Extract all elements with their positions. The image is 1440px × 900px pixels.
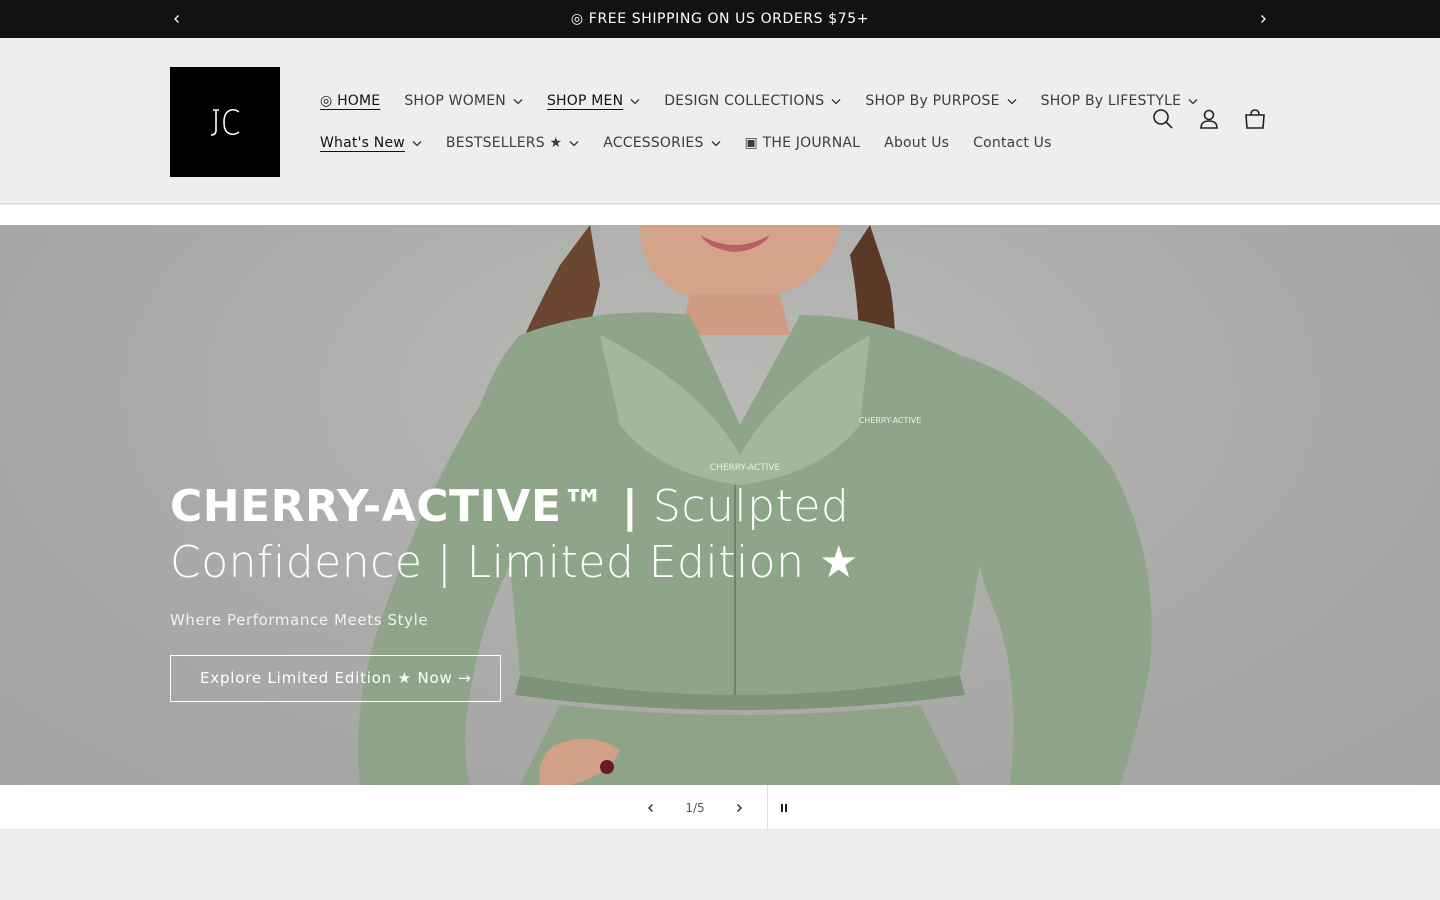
announcement-text: ◎ FREE SHIPPING ON US ORDERS $75+ [570, 11, 870, 27]
header-icons [1150, 106, 1268, 132]
chevron-down-icon [1007, 98, 1017, 105]
announcement-bar: ◎ FREE SHIPPING ON US ORDERS $75+ [0, 0, 1440, 38]
announcement-next-button[interactable] [1253, 9, 1273, 29]
pause-icon [781, 803, 787, 812]
account-icon [1200, 109, 1218, 129]
nav-item-shop-by-purpose[interactable]: SHOP By PURPOSE [853, 83, 1028, 119]
slideshow-controls: 1/5 [0, 785, 1440, 830]
main-nav-row-2: What's New BESTSELLERS ★ ACCESSORIES ▣ THE … [308, 125, 1064, 161]
cart-icon [1245, 109, 1265, 129]
chevron-right-icon [1261, 15, 1266, 23]
hero-subtitle: Where Performance Meets Style [170, 611, 429, 629]
nav-item-contact-us[interactable]: Contact Us [961, 125, 1063, 161]
nav-item-label: ACCESSORIES [603, 135, 704, 151]
brand-logo[interactable] [170, 67, 280, 177]
chevron-down-icon [831, 98, 841, 105]
svg-text:CHERRY-ACTIVE: CHERRY-ACTIVE [859, 416, 922, 425]
hero-content: CHERRY-ACTIVE™ | Sculpted Confidence | L… [170, 479, 1070, 702]
account-button[interactable] [1196, 106, 1222, 132]
svg-text:CHERRY-ACTIVE: CHERRY-ACTIVE [710, 463, 781, 473]
hero-title-strong: CHERRY-ACTIVE™ | [170, 481, 639, 532]
header-spacer [0, 205, 1440, 225]
search-button[interactable] [1150, 106, 1176, 132]
main-nav-row-1: ◎ HOME SHOP WOMEN SHOP MEN DESIGN COLLECTIO… [308, 83, 1210, 119]
brand-logo-icon [210, 108, 240, 136]
nav-item-shop-men[interactable]: SHOP MEN [535, 83, 652, 119]
nav-item-about-us[interactable]: About Us [872, 125, 961, 161]
slide-next-button[interactable] [726, 785, 752, 830]
chevron-down-icon [711, 140, 721, 147]
chevron-down-icon [412, 140, 422, 147]
nav-item-label: BESTSELLERS ★ [445, 135, 563, 151]
hero-title: CHERRY-ACTIVE™ | Sculpted Confidence | L… [170, 479, 1070, 591]
nav-item-design-collections[interactable]: DESIGN COLLECTIONS [652, 83, 853, 119]
nav-item-label: SHOP WOMEN [404, 93, 506, 109]
explore-limited-edition-button[interactable]: Explore Limited Edition ★ Now → [170, 655, 502, 702]
slide-prev-button[interactable] [638, 785, 664, 830]
nav-item-bestsellers[interactable]: BESTSELLERS ★ [434, 125, 591, 161]
nav-item-label: ▣ THE JOURNAL [744, 135, 861, 151]
chevron-right-icon [737, 803, 742, 812]
slide-counter: 1/5 [685, 800, 705, 815]
site-header: ◎ HOME SHOP WOMEN SHOP MEN DESIGN COLLECTIO… [0, 38, 1440, 204]
nav-item-label: Contact Us [973, 135, 1052, 151]
nav-item-label: ◎ HOME [320, 93, 381, 109]
nav-item-accessories[interactable]: ACCESSORIES [591, 125, 732, 161]
controls-divider [767, 785, 768, 830]
slide-pause-button[interactable] [773, 785, 795, 830]
page-below-fold [0, 830, 1440, 900]
nav-item-label: About Us [884, 135, 950, 151]
chevron-down-icon [630, 98, 640, 105]
nav-item-shop-women[interactable]: SHOP WOMEN [392, 83, 535, 119]
nav-item-the-journal[interactable]: ▣ THE JOURNAL [733, 125, 873, 161]
search-icon [1153, 109, 1173, 129]
cart-button[interactable] [1242, 106, 1268, 132]
nav-item-home[interactable]: ◎ HOME [308, 83, 392, 119]
chevron-left-icon [648, 803, 653, 812]
nav-item-label: DESIGN COLLECTIONS [664, 93, 825, 109]
chevron-down-icon [1188, 98, 1198, 105]
chevron-down-icon [569, 140, 579, 147]
chevron-down-icon [513, 98, 523, 105]
nav-item-label: SHOP By PURPOSE [865, 93, 1000, 109]
nav-item-what-s-new[interactable]: What's New [308, 125, 434, 161]
nav-item-label: SHOP MEN [546, 93, 624, 109]
nav-item-label: What's New [320, 135, 405, 151]
hero-slide: CHERRY-ACTIVE CHERRY-ACTIVE CHERRY-ACTIV… [0, 225, 1440, 785]
